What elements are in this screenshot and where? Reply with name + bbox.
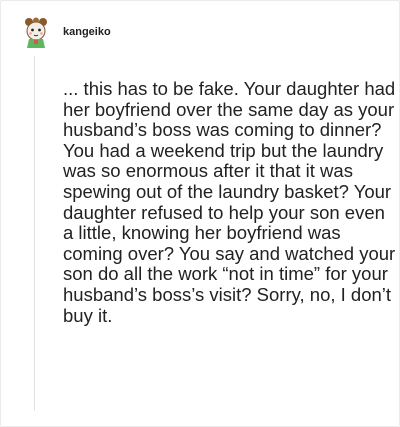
post-body-text: ... this has to be fake. Your daughter h… (63, 78, 396, 326)
username[interactable]: kangeiko (63, 26, 111, 38)
cartoon-character-avatar-icon (25, 17, 47, 48)
avatar[interactable] (21, 17, 51, 49)
thread-line (34, 56, 35, 411)
post-card: kangeiko ... this has to be fake. Your d… (0, 0, 400, 427)
